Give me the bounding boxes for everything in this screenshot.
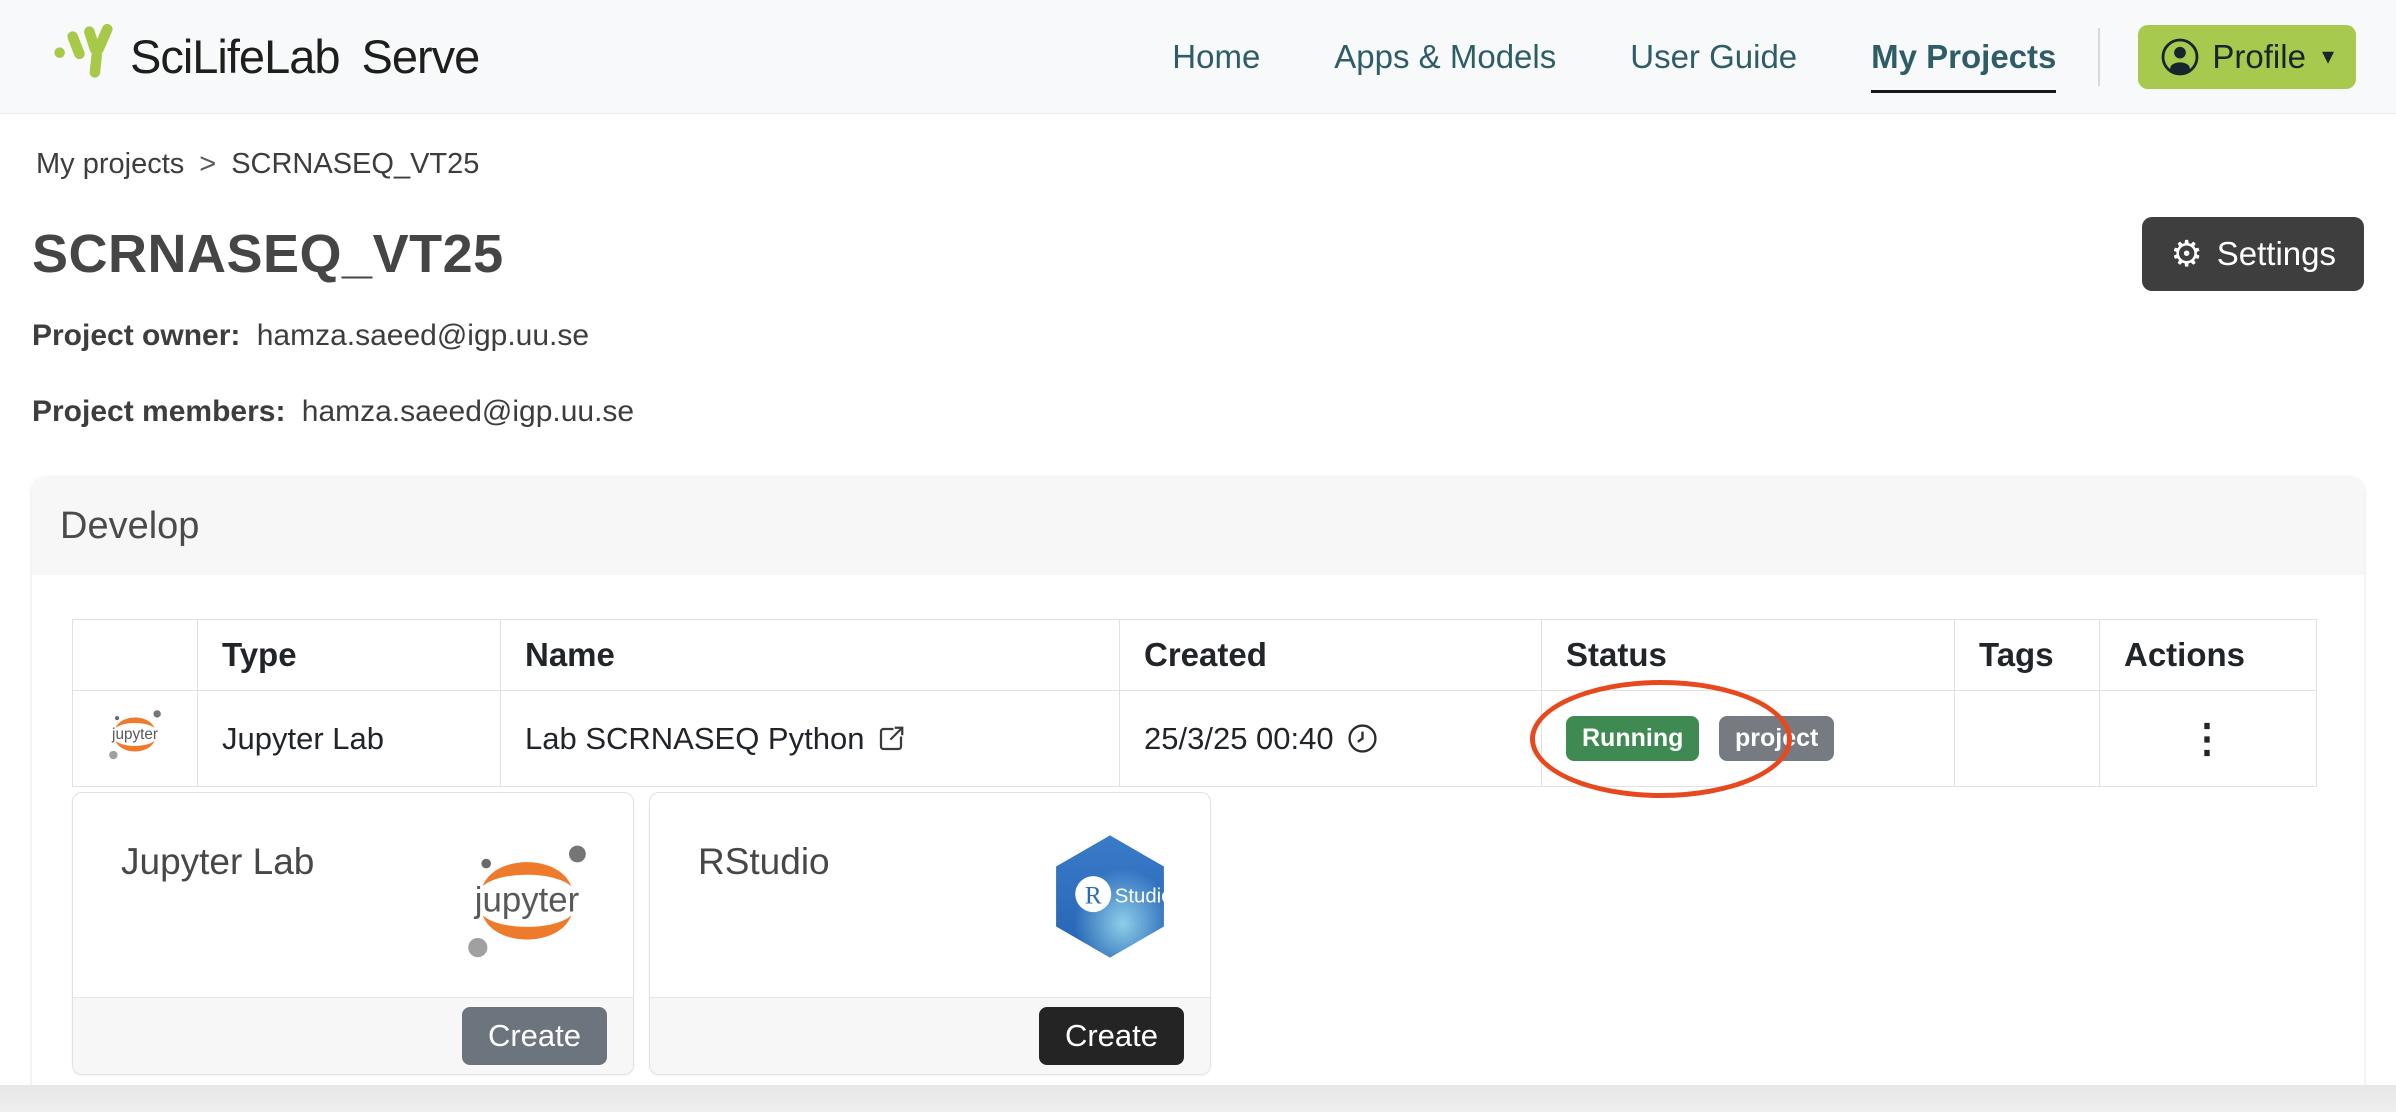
- app-tags-cell: [1955, 691, 2100, 787]
- breadcrumb-separator: >: [199, 148, 216, 181]
- nav-item-user-guide[interactable]: User Guide: [1630, 38, 1797, 76]
- app-card-rstudio: RStudio R Studio Create: [649, 792, 1211, 1075]
- top-navigation-bar: SciLifeLab Serve Home Apps & Models User…: [0, 0, 2396, 114]
- create-jupyter-button[interactable]: Create: [462, 1007, 607, 1065]
- status-badge-running: Running: [1566, 716, 1699, 762]
- app-type-icon-cell: [73, 691, 198, 787]
- project-members-value: hamza.saeed@igp.uu.se: [302, 395, 634, 428]
- app-card-title: RStudio: [698, 841, 830, 997]
- col-header-icon: [73, 620, 198, 691]
- apps-table: Type Name Created Status Tags Actions: [72, 619, 2317, 787]
- profile-button[interactable]: Profile ▾: [2138, 25, 2356, 89]
- nav-item-apps-models[interactable]: Apps & Models: [1334, 38, 1556, 76]
- gear-icon: ⚙: [2170, 236, 2202, 272]
- project-owner-label: Project owner:: [32, 319, 240, 352]
- app-type-cell: Jupyter Lab: [198, 691, 501, 787]
- chevron-down-icon: ▾: [2322, 42, 2334, 71]
- settings-button[interactable]: ⚙ Settings: [2142, 217, 2364, 291]
- project-members-label: Project members:: [32, 395, 285, 428]
- brand-logo[interactable]: SciLifeLab Serve: [54, 23, 479, 91]
- page-footer-strip: [0, 1085, 2396, 1112]
- nav-divider: [2098, 28, 2100, 86]
- brand-name: SciLifeLab: [130, 29, 340, 84]
- app-status-cell: Running project: [1542, 691, 1955, 787]
- app-actions-cell: ⋮: [2100, 691, 2317, 787]
- settings-label: Settings: [2217, 235, 2336, 273]
- breadcrumb: My projects > SCRNASEQ_VT25: [36, 148, 2364, 181]
- col-header-actions: Actions: [2100, 620, 2317, 691]
- app-card-footer: Create: [73, 997, 633, 1074]
- breadcrumb-my-projects[interactable]: My projects: [36, 148, 184, 181]
- app-name: Lab SCRNASEQ Python: [525, 721, 864, 757]
- develop-title: Develop: [60, 505, 199, 548]
- col-header-created: Created: [1120, 620, 1542, 691]
- page-title: SCRNASEQ_VT25: [32, 223, 504, 285]
- rstudio-logo: R Studio: [1050, 833, 1170, 960]
- col-header-type: Type: [198, 620, 501, 691]
- page-content: My projects > SCRNASEQ_VT25 SCRNASEQ_VT2…: [0, 148, 2396, 1097]
- nav-item-home[interactable]: Home: [1172, 38, 1260, 76]
- app-created-cell: 25/3/25 00:40: [1120, 691, 1542, 787]
- jupyter-logo-icon: [106, 705, 164, 765]
- app-card-footer: Create: [650, 997, 1210, 1074]
- app-link[interactable]: Lab SCRNASEQ Python: [525, 721, 1095, 757]
- person-circle-icon: [2160, 37, 2200, 77]
- project-members-line: Project members: hamza.saeed@igp.uu.se: [32, 395, 2364, 429]
- nav-item-my-projects[interactable]: My Projects: [1871, 38, 2056, 76]
- clock-icon: [1346, 722, 1379, 755]
- app-card-title: Jupyter Lab: [121, 841, 314, 997]
- jupyter-logo: [461, 833, 593, 971]
- develop-section: Develop Type Name Created Status Tags: [32, 477, 2364, 1097]
- svg-text:R: R: [1085, 883, 1102, 910]
- app-card-jupyter-lab: Jupyter Lab Create: [72, 792, 634, 1075]
- created-timestamp: 25/3/25 00:40: [1144, 721, 1334, 757]
- create-rstudio-button[interactable]: Create: [1039, 1007, 1184, 1065]
- status-badge-project: project: [1719, 716, 1834, 762]
- kebab-menu-icon[interactable]: ⋮: [2187, 717, 2229, 761]
- project-owner-value: hamza.saeed@igp.uu.se: [257, 319, 589, 352]
- main-nav: Home Apps & Models User Guide My Project…: [1172, 38, 2056, 76]
- col-header-status: Status: [1542, 620, 1955, 691]
- external-link-icon: [876, 724, 906, 754]
- app-cards-row: Jupyter Lab Create RStudio: [72, 792, 2324, 1075]
- breadcrumb-current: SCRNASEQ_VT25: [231, 148, 479, 181]
- project-owner-line: Project owner: hamza.saeed@igp.uu.se: [32, 319, 2364, 353]
- profile-label: Profile: [2212, 38, 2306, 76]
- develop-section-header: Develop: [32, 477, 2364, 575]
- col-header-tags: Tags: [1955, 620, 2100, 691]
- app-name-cell: Lab SCRNASEQ Python: [501, 691, 1120, 787]
- col-header-name: Name: [501, 620, 1120, 691]
- brand-subname: Serve: [362, 29, 480, 84]
- app-row-jupyter-lab: Jupyter Lab Lab SCRNASEQ Python: [73, 691, 2317, 787]
- scilifelab-logo-icon: [54, 23, 116, 91]
- svg-text:Studio: Studio: [1115, 885, 1170, 907]
- table-header-row: Type Name Created Status Tags Actions: [73, 620, 2317, 691]
